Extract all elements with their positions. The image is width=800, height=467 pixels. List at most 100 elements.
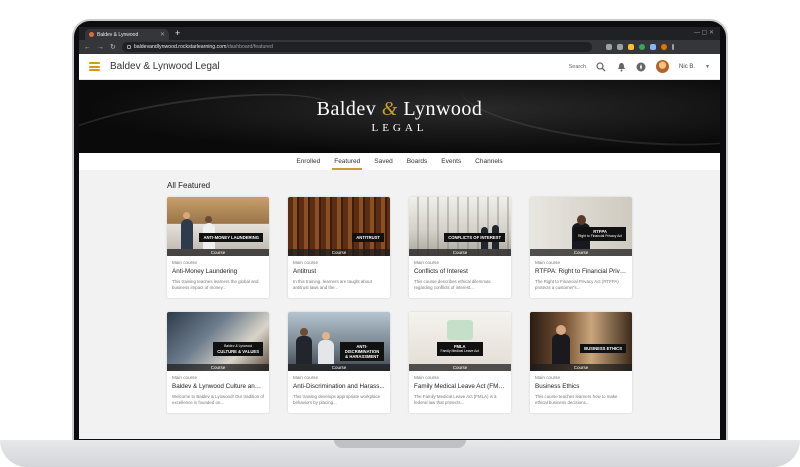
window-controls[interactable]: — ▢ ✕ xyxy=(694,29,714,36)
course-card-rtfpa[interactable]: RTFPA Right to Financial Privacy Act Cou… xyxy=(530,197,632,298)
course-tag: Course xyxy=(409,364,511,371)
thumbnail-label: Baldev & Lynwood CULTURE & VALUES xyxy=(213,342,263,356)
card-body: Main course Baldev & Lynwood Culture and… xyxy=(167,371,269,406)
browser-address-bar: ← → ↻ baldevandlynwood.rockstarlearning.… xyxy=(79,40,720,54)
course-type: Main course xyxy=(535,260,561,265)
thumbnail-label: BUSINESS ETHICS xyxy=(580,344,626,353)
extension-yellow-icon[interactable] xyxy=(627,44,634,50)
course-tag: Course xyxy=(167,249,269,256)
extension-blue-icon[interactable] xyxy=(649,44,656,50)
tab-boards[interactable]: Boards xyxy=(405,153,430,170)
course-name[interactable]: Anti-Money Laundering xyxy=(172,268,264,275)
profile-icon[interactable] xyxy=(660,44,667,50)
search-icon[interactable] xyxy=(596,61,606,72)
app-header: Baldev & Lynwood Legal Search Nic B. ▼ xyxy=(79,54,720,80)
menu-dots-icon[interactable] xyxy=(671,44,674,50)
course-card-anti-money-laundering[interactable]: ANTI-MONEY LAUNDERING Course Main course… xyxy=(167,197,269,298)
compass-icon[interactable] xyxy=(636,62,646,72)
brand-banner: Baldev & Lynwood LEGAL xyxy=(79,80,720,153)
course-card-anti-discrimination[interactable]: ANTI-DISCRIMINATION & HARASSMENT Course … xyxy=(288,312,390,413)
course-tag: Course xyxy=(409,249,511,256)
thumbnail-label: RTFPA Right to Financial Privacy Act xyxy=(574,227,626,241)
course-thumbnail: CONFLICTS OF INTEREST Course xyxy=(409,197,511,256)
course-card-business-ethics[interactable]: BUSINESS ETHICS Course Main course Busin… xyxy=(530,312,632,413)
thumbnail-label: CONFLICTS OF INTEREST xyxy=(444,233,505,242)
course-tag: Course xyxy=(167,364,269,371)
course-name[interactable]: Anti-Discrimination and Harass... xyxy=(293,383,385,390)
course-tag: Course xyxy=(530,249,632,256)
person-head xyxy=(300,328,308,336)
card-body: Main course Business Ethics This course … xyxy=(530,371,632,406)
tab-enrolled[interactable]: Enrolled xyxy=(294,153,322,170)
close-tab-icon[interactable]: ✕ xyxy=(160,31,165,38)
reload-icon[interactable]: ↻ xyxy=(110,44,116,51)
section-title: All Featured xyxy=(167,181,211,190)
course-name[interactable]: Baldev & Lynwood Culture and ... xyxy=(172,383,264,390)
browser-tab[interactable]: Baldev & Lynwood ✕ xyxy=(85,29,169,40)
course-description: Welcome to Baldev & Lynwood! Our traditi… xyxy=(172,394,264,405)
course-name[interactable]: Conflicts of Interest xyxy=(414,268,506,275)
tab-featured[interactable]: Featured xyxy=(332,153,363,170)
search-label[interactable]: Search xyxy=(569,64,586,70)
tab-saved[interactable]: Saved xyxy=(372,153,394,170)
avatar[interactable] xyxy=(656,60,670,73)
course-card-culture-and-values[interactable]: Baldev & Lynwood CULTURE & VALUES Course… xyxy=(167,312,269,413)
brand-word-lynwood: Lynwood xyxy=(403,98,483,120)
card-body: Main course RTFPA: Right to Financial Pr… xyxy=(530,256,632,291)
course-description: In this training, learners are taught ab… xyxy=(293,279,372,290)
course-thumbnail: ANTITRUST Course xyxy=(288,197,390,256)
course-name[interactable]: Antitrust xyxy=(293,268,385,275)
extension-green-icon[interactable] xyxy=(638,44,645,50)
bell-icon[interactable] xyxy=(616,62,626,72)
star-icon[interactable] xyxy=(616,44,623,50)
hamburger-menu-icon[interactable] xyxy=(89,62,100,71)
sub-navigation: Enrolled Featured Saved Boards Events Ch… xyxy=(79,153,720,170)
course-tag: Course xyxy=(288,249,390,256)
key-icon[interactable] xyxy=(605,44,612,50)
course-type: Main course xyxy=(535,375,561,380)
course-description: This training develops appropriate workp… xyxy=(293,394,381,405)
forward-icon[interactable]: → xyxy=(97,44,104,51)
course-card-conflicts-of-interest[interactable]: CONFLICTS OF INTEREST Course Main course… xyxy=(409,197,511,298)
person-head xyxy=(205,216,212,223)
card-body: Main course Family Medical Leave Act (FM… xyxy=(409,371,511,406)
course-thumbnail: Baldev & Lynwood CULTURE & VALUES Course xyxy=(167,312,269,371)
lock-icon xyxy=(126,45,131,49)
browser-tab-bar: Baldev & Lynwood ✕ + — ▢ ✕ xyxy=(79,27,720,40)
favicon-icon xyxy=(89,32,94,37)
person-head xyxy=(577,215,586,225)
course-tag: Course xyxy=(288,364,390,371)
person-head xyxy=(183,212,190,219)
course-name[interactable]: Family Medical Leave Act (FMLA... xyxy=(414,383,506,390)
url-input[interactable]: baldevandlynwood.rockstarlearning.com/da… xyxy=(121,42,592,52)
course-description: This course teaches learners how to make… xyxy=(535,394,618,405)
course-type: Main course xyxy=(414,260,440,265)
url-text: baldevandlynwood.rockstarlearning.com/da… xyxy=(134,44,273,50)
screen: Baldev & Lynwood ✕ + — ▢ ✕ ← → ↻ baldeva… xyxy=(79,27,720,439)
tab-title: Baldev & Lynwood xyxy=(97,31,139,38)
tab-channels[interactable]: Channels xyxy=(473,153,504,170)
back-icon[interactable]: ← xyxy=(84,44,91,51)
tab-events[interactable]: Events xyxy=(439,153,463,170)
course-thumbnail: ANTI-DISCRIMINATION & HARASSMENT Course xyxy=(288,312,390,371)
course-name[interactable]: RTFPA: Right to Financial Priva... xyxy=(535,268,627,275)
card-body: Main course Antitrust In this training, … xyxy=(288,256,390,291)
course-card-fmla[interactable]: FMLA Family Medical Leave Act Course Mai… xyxy=(409,312,511,413)
course-type: Main course xyxy=(172,260,198,265)
person-figure xyxy=(181,219,193,249)
new-tab-icon[interactable]: + xyxy=(175,29,180,38)
course-name[interactable]: Business Ethics xyxy=(535,383,627,390)
person-head xyxy=(556,325,566,335)
plant-decoration xyxy=(447,320,473,340)
brand-subtitle: LEGAL xyxy=(371,122,428,134)
course-description: This training teaches learners the globa… xyxy=(172,279,259,290)
thumbnail-label: ANTI-MONEY LAUNDERING xyxy=(199,233,263,242)
thumbnail-label-sub: Right to Financial Privacy Act xyxy=(578,234,622,238)
course-tag: Course xyxy=(530,364,632,371)
user-name[interactable]: Nic B. xyxy=(679,64,695,70)
chevron-down-icon[interactable]: ▼ xyxy=(705,64,710,70)
course-type: Main course xyxy=(414,375,440,380)
course-card-antitrust[interactable]: ANTITRUST Course Main course Antitrust I… xyxy=(288,197,390,298)
course-grid: ANTI-MONEY LAUNDERING Course Main course… xyxy=(167,197,720,413)
course-description: The Right to Financial Privacy Act (RTFP… xyxy=(535,279,619,290)
